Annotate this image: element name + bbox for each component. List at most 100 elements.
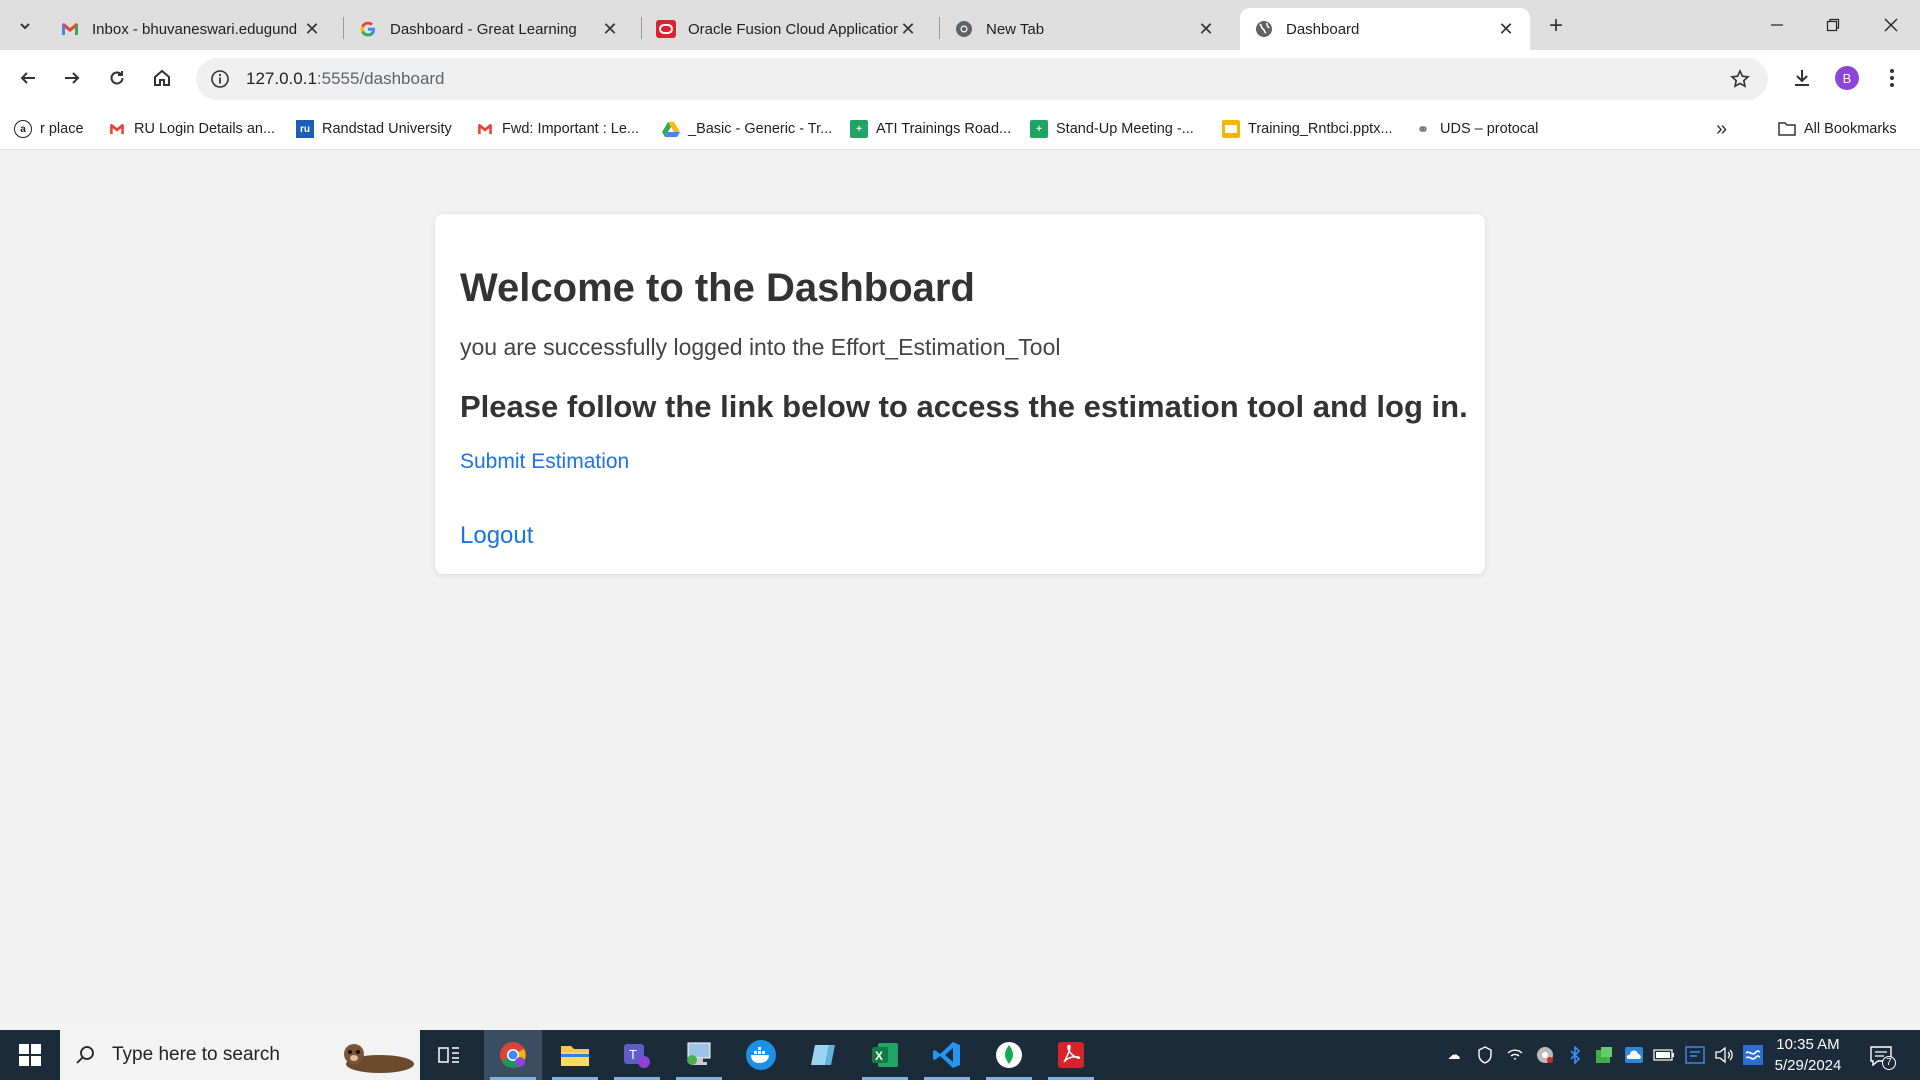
url-host: 127.0.0.1 bbox=[246, 69, 317, 88]
tray-shield-icon[interactable] bbox=[1474, 1044, 1496, 1066]
new-tab-button[interactable]: + bbox=[1542, 12, 1570, 40]
randstad-icon: ru bbox=[296, 120, 314, 138]
gmail-icon bbox=[108, 120, 126, 138]
taskbar-chrome[interactable] bbox=[484, 1030, 542, 1080]
bookmark-item[interactable]: + Stand-Up Meeting -... bbox=[1030, 116, 1194, 142]
link-icon: ⚭ bbox=[1417, 120, 1429, 137]
tab-great-learning[interactable]: Dashboard - Great Learning ✕ bbox=[344, 8, 634, 50]
bookmark-label: Fwd: Important : Le... bbox=[502, 121, 639, 137]
bookmark-label: Training_Rntbci.pptx... bbox=[1248, 121, 1393, 137]
taskbar-teams[interactable]: T bbox=[608, 1030, 666, 1080]
amazon-icon: a bbox=[14, 120, 32, 138]
close-icon[interactable]: ✕ bbox=[600, 19, 620, 39]
home-icon bbox=[154, 69, 170, 86]
notepad-icon bbox=[811, 1045, 835, 1065]
tray-bluetooth-icon[interactable] bbox=[1564, 1044, 1586, 1066]
bookmark-item[interactable]: _Basic - Generic - Tr... bbox=[662, 116, 832, 142]
bookmarks-overflow-button[interactable]: » bbox=[1716, 116, 1727, 142]
minimize-button[interactable] bbox=[1748, 0, 1806, 50]
tray-battery-icon[interactable] bbox=[1653, 1044, 1675, 1066]
windows-logo-icon bbox=[19, 1044, 41, 1066]
address-bar[interactable]: 127.0.0.1:5555/dashboard bbox=[196, 58, 1768, 100]
vscode-icon bbox=[933, 1042, 960, 1068]
close-window-button[interactable] bbox=[1862, 0, 1920, 50]
tray-onedrive-icon[interactable] bbox=[1623, 1044, 1645, 1066]
bookmark-star-icon[interactable] bbox=[1728, 67, 1752, 91]
menu-button[interactable] bbox=[1874, 60, 1910, 96]
downloads-button[interactable] bbox=[1784, 60, 1820, 96]
tray-chrome-icon[interactable] bbox=[1534, 1044, 1556, 1066]
tray-app-icon[interactable] bbox=[1593, 1044, 1615, 1066]
taskbar-notepad[interactable] bbox=[794, 1030, 852, 1080]
taskbar-docker[interactable] bbox=[732, 1030, 790, 1080]
docker-icon bbox=[746, 1040, 776, 1070]
taskbar-vscode[interactable] bbox=[918, 1030, 976, 1080]
search-placeholder: Type here to search bbox=[112, 1044, 280, 1065]
svg-text:T: T bbox=[629, 1047, 637, 1062]
taskbar-mongodb-compass[interactable] bbox=[980, 1030, 1038, 1080]
close-icon[interactable]: ✕ bbox=[1496, 19, 1516, 39]
forward-button[interactable] bbox=[54, 60, 90, 96]
bookmark-item[interactable]: RU Login Details an... bbox=[108, 116, 275, 142]
taskbar-remote-desktop[interactable] bbox=[670, 1030, 728, 1080]
bookmark-label: RU Login Details an... bbox=[134, 121, 276, 137]
clock-date: 5/29/2024 bbox=[1774, 1057, 1842, 1074]
all-bookmarks-button[interactable]: All Bookmarks bbox=[1778, 116, 1897, 142]
tray-cloud-icon[interactable]: ☁ bbox=[1443, 1044, 1465, 1066]
tray-volume-icon[interactable] bbox=[1713, 1044, 1735, 1066]
profile-button[interactable]: B bbox=[1829, 60, 1865, 96]
close-icon[interactable]: ✕ bbox=[1196, 19, 1216, 39]
reload-button[interactable] bbox=[99, 60, 135, 96]
chevron-double-right-icon: » bbox=[1716, 117, 1728, 140]
taskbar-acrobat[interactable] bbox=[1042, 1030, 1100, 1080]
bookmark-label: Stand-Up Meeting -... bbox=[1056, 121, 1194, 137]
excel-icon: X bbox=[872, 1043, 898, 1067]
tab-oracle[interactable]: Oracle Fusion Cloud Applicatior ✕ bbox=[642, 8, 932, 50]
bookmark-label: UDS – protocal bbox=[1440, 121, 1539, 137]
tab-inbox[interactable]: Inbox - bhuvaneswari.edugund ✕ bbox=[46, 8, 336, 50]
bookmark-item[interactable]: ru Randstad University bbox=[296, 116, 452, 142]
tray-wifi-icon[interactable] bbox=[1504, 1044, 1526, 1066]
task-view-button[interactable] bbox=[420, 1030, 478, 1080]
submit-estimation-link[interactable]: Submit Estimation bbox=[460, 450, 629, 474]
start-button[interactable] bbox=[0, 1030, 60, 1080]
taskbar-clock[interactable]: 10:35 AM 5/29/2024 bbox=[1768, 1034, 1848, 1076]
bookmark-item[interactable]: Fwd: Important : Le... bbox=[476, 116, 639, 142]
tab-search-button[interactable] bbox=[12, 13, 38, 39]
restore-button[interactable] bbox=[1804, 0, 1862, 50]
taskbar-search-box[interactable]: Type here to search bbox=[60, 1030, 420, 1080]
restore-icon bbox=[1826, 18, 1840, 32]
download-icon bbox=[1795, 70, 1809, 86]
url-text[interactable]: 127.0.0.1:5555/dashboard bbox=[246, 69, 445, 89]
svg-text:X: X bbox=[875, 1049, 883, 1063]
home-button[interactable] bbox=[144, 60, 180, 96]
bookmark-item[interactable]: a r place bbox=[14, 116, 84, 142]
back-button[interactable] bbox=[10, 60, 46, 96]
bookmark-label: ATI Trainings Road... bbox=[876, 121, 1012, 137]
tab-dashboard[interactable]: Dashboard ✕ bbox=[1240, 8, 1530, 50]
bookmark-item[interactable]: ⚭ UDS – protocal bbox=[1414, 116, 1538, 142]
gmail-icon bbox=[60, 19, 80, 39]
chrome-icon bbox=[500, 1042, 526, 1068]
bookmark-item[interactable]: Training_Rntbci.pptx... bbox=[1222, 116, 1393, 142]
tab-title: Dashboard - Great Learning bbox=[390, 20, 577, 38]
minimize-icon bbox=[1771, 24, 1783, 26]
browser-toolbar: 127.0.0.1:5555/dashboard B bbox=[0, 50, 1920, 108]
acrobat-icon bbox=[1058, 1042, 1084, 1068]
close-icon[interactable]: ✕ bbox=[302, 19, 322, 39]
tab-title: New Tab bbox=[986, 20, 1045, 38]
tray-network-icon[interactable] bbox=[1742, 1044, 1764, 1066]
windows-taskbar: Type here to search T X ☁ 10:35 AM 5/29/… bbox=[0, 1030, 1920, 1080]
bookmark-label: r place bbox=[40, 121, 84, 137]
taskbar-file-explorer[interactable] bbox=[546, 1030, 604, 1080]
notification-center-button[interactable]: 7 bbox=[1866, 1042, 1896, 1070]
tab-new-tab[interactable]: New Tab ✕ bbox=[940, 8, 1230, 50]
instructions-heading: Please follow the link below to access t… bbox=[460, 389, 1468, 424]
tray-language-icon[interactable] bbox=[1684, 1044, 1706, 1066]
site-info-icon[interactable] bbox=[208, 67, 232, 91]
close-icon[interactable]: ✕ bbox=[898, 19, 918, 39]
google-sheets-icon: + bbox=[850, 120, 868, 138]
bookmark-item[interactable]: + ATI Trainings Road... bbox=[850, 116, 1011, 142]
logout-link[interactable]: Logout bbox=[460, 522, 533, 550]
taskbar-excel[interactable]: X bbox=[856, 1030, 914, 1080]
